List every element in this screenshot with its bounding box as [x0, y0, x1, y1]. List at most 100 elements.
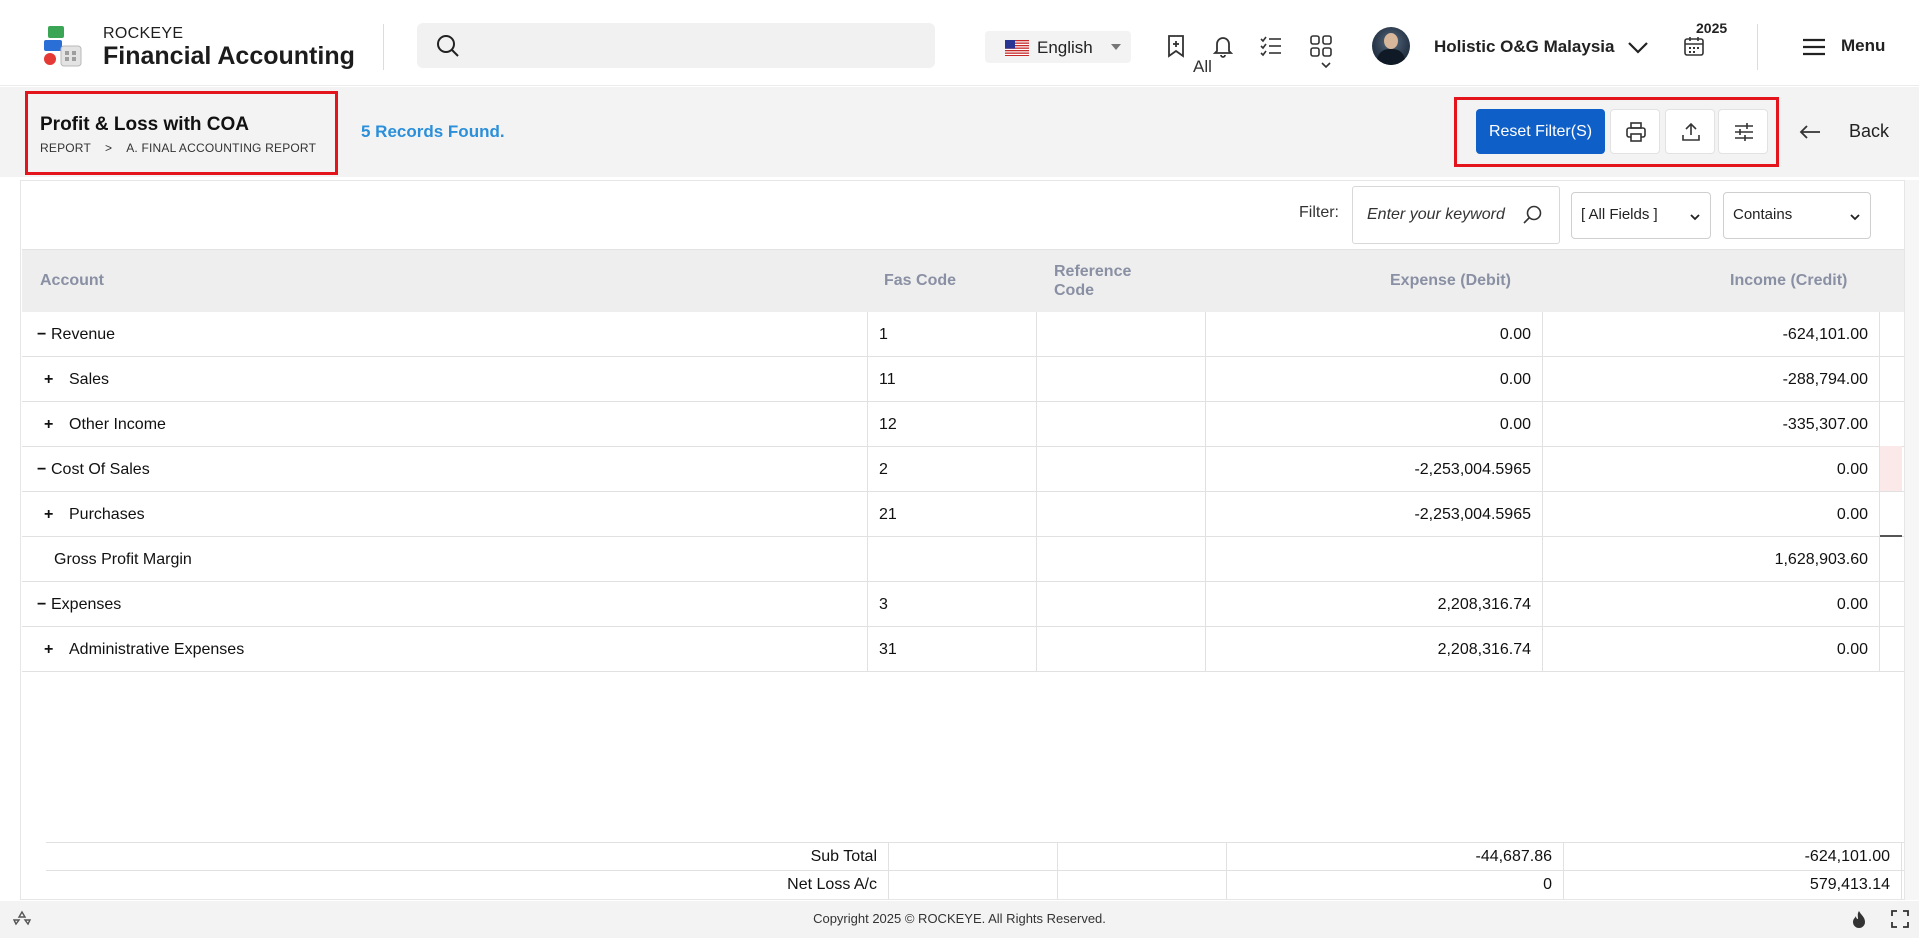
search-icon[interactable] [435, 33, 461, 59]
expand-icon[interactable]: + [44, 402, 58, 447]
operator-select[interactable]: Contains [1723, 192, 1871, 239]
collapse-icon[interactable]: − [37, 447, 51, 492]
back-button[interactable]: Back [1796, 118, 1906, 148]
table-row[interactable]: + Administrative Expenses 31 2,208,316.74 0.… [22, 627, 1904, 672]
us-flag-icon [1005, 40, 1029, 56]
collapse-icon[interactable]: − [37, 312, 51, 357]
ref-cell [1037, 447, 1206, 492]
expand-icon[interactable]: + [44, 357, 58, 402]
chevron-down-icon [1319, 58, 1333, 72]
scrollbar-thumb[interactable] [1880, 535, 1902, 537]
keyword-filter-box[interactable] [1352, 186, 1560, 244]
table-row[interactable]: + Other Income 12 0.00 -335,307.00 [22, 402, 1904, 447]
checklist-icon[interactable] [1258, 33, 1284, 59]
column-settings-button[interactable] [1718, 109, 1768, 154]
fullscreen-icon[interactable] [1890, 909, 1910, 929]
credit-cell: -335,307.00 [1543, 402, 1880, 447]
search-icon[interactable] [1521, 204, 1543, 226]
account-name: Sales [69, 371, 110, 388]
page-subheader: Profit & Loss with COA REPORT > A. FINAL A… [0, 87, 1919, 177]
account-cell: + Purchases [22, 492, 868, 537]
credit-cell: 0.00 [1543, 627, 1880, 672]
language-select[interactable]: English [985, 31, 1131, 63]
bell-icon[interactable] [1210, 33, 1236, 59]
collapse-icon[interactable]: − [37, 582, 51, 627]
sliders-icon [1735, 123, 1753, 141]
credit-cell: 0.00 [1543, 447, 1880, 492]
account-name: Revenue [51, 326, 116, 343]
field-select-value: [ All Fields ] [1581, 206, 1658, 223]
table-row[interactable]: + Sales 11 0.00 -288,794.00 [22, 357, 1904, 402]
bookmark-add-icon[interactable] [1163, 33, 1189, 59]
ref-cell [1037, 582, 1206, 627]
table-header: Account Fas Code Reference Code Expense … [22, 249, 1904, 312]
table-row[interactable]: − Expenses 3 2,208,316.74 0.00 [22, 582, 1904, 627]
account-cell: Gross Profit Margin [22, 537, 868, 582]
arrow-left-icon [1798, 123, 1822, 141]
row-hover-marker [1880, 446, 1902, 491]
ref-cell [1037, 357, 1206, 402]
totals-debit-cell: 0 [1227, 871, 1564, 899]
calendar-icon[interactable] [1683, 35, 1705, 57]
report-card: Filter: [ All Fields ] Contains Account … [20, 180, 1905, 900]
table-row[interactable]: − Revenue 1 0.00 -624,101.00 [22, 312, 1904, 357]
flame-icon[interactable] [1849, 909, 1869, 929]
menu-label: Menu [1841, 36, 1886, 55]
caret-down-icon [1111, 44, 1121, 50]
ref-cell [1037, 492, 1206, 537]
filter-row: Filter: [ All Fields ] Contains [21, 181, 1904, 249]
debit-cell: -2,253,004.5965 [1206, 492, 1543, 537]
upload-icon [1682, 122, 1700, 141]
reset-filters-button[interactable]: Reset Filter(S) [1476, 109, 1605, 154]
account-name: Expenses [51, 596, 122, 613]
column-header-account[interactable]: Account [40, 272, 104, 290]
expand-icon[interactable]: + [44, 627, 58, 672]
account-cell: + Administrative Expenses [22, 627, 868, 672]
print-button[interactable] [1610, 109, 1660, 154]
page-title-box: Profit & Loss with COA REPORT > A. FINAL A… [25, 91, 338, 175]
filter-label: Filter: [1299, 204, 1339, 221]
breadcrumb-item-report[interactable]: REPORT [40, 141, 91, 155]
totals-credit-cell: 579,413.14 [1564, 871, 1902, 899]
totals-row: Net Loss A/c 0 579,413.14 [46, 870, 1904, 899]
rockeye-logo[interactable] [42, 24, 84, 68]
table-row[interactable]: − Cost Of Sales 2 -2,253,004.5965 0.00 [22, 447, 1904, 492]
account-cell: + Sales [22, 357, 868, 402]
back-label: Back [1849, 121, 1890, 141]
footer-bar: Copyright 2025 © ROCKEYE. All Rights Res… [0, 901, 1919, 938]
apps-grid-icon[interactable] [1308, 33, 1334, 59]
company-name[interactable]: Holistic O&G Malaysia [1434, 37, 1614, 57]
user-avatar[interactable] [1372, 27, 1410, 65]
totals-pad1-cell [889, 871, 1058, 899]
keyword-filter-input[interactable] [1367, 203, 1517, 227]
menu-button[interactable]: Menu [1800, 34, 1910, 60]
column-header-reference-code[interactable]: Reference Code [1054, 262, 1144, 300]
chevron-down-icon [1849, 210, 1861, 222]
debit-cell: -2,253,004.5965 [1206, 447, 1543, 492]
table-row[interactable]: + Purchases 21 -2,253,004.5965 0.00 [22, 492, 1904, 537]
column-header-expense-debit[interactable]: Expense (Debit) [1390, 272, 1511, 290]
credit-cell: 1,628,903.60 [1543, 537, 1880, 582]
debit-cell: 2,208,316.74 [1206, 582, 1543, 627]
chevron-down-icon[interactable] [1626, 36, 1650, 58]
vertical-scrollbar[interactable] [1905, 180, 1919, 900]
table-row[interactable]: Gross Profit Margin 1,628,903.60 [22, 537, 1904, 582]
operator-select-value: Contains [1733, 206, 1793, 223]
ref-cell [1037, 537, 1206, 582]
expand-icon[interactable]: + [44, 492, 58, 537]
global-search-bar[interactable]: All [417, 23, 1347, 83]
breadcrumb-item-final-accounting[interactable]: A. FINAL ACCOUNTING REPORT [126, 141, 316, 155]
account-name: Purchases [69, 506, 145, 523]
fas-cell: 1 [868, 312, 1037, 357]
column-header-fas-code[interactable]: Fas Code [884, 272, 956, 290]
language-label: English [1037, 38, 1093, 57]
export-button[interactable] [1665, 109, 1715, 154]
debit-cell: 0.00 [1206, 312, 1543, 357]
credit-cell: -624,101.00 [1543, 312, 1880, 357]
field-select[interactable]: [ All Fields ] [1571, 192, 1711, 239]
column-header-income-credit[interactable]: Income (Credit) [1730, 272, 1847, 290]
fas-cell: 3 [868, 582, 1037, 627]
totals-label-cell: Net Loss A/c [46, 871, 889, 899]
account-cell: − Expenses [22, 582, 868, 627]
account-name: Gross Profit Margin [54, 551, 192, 568]
